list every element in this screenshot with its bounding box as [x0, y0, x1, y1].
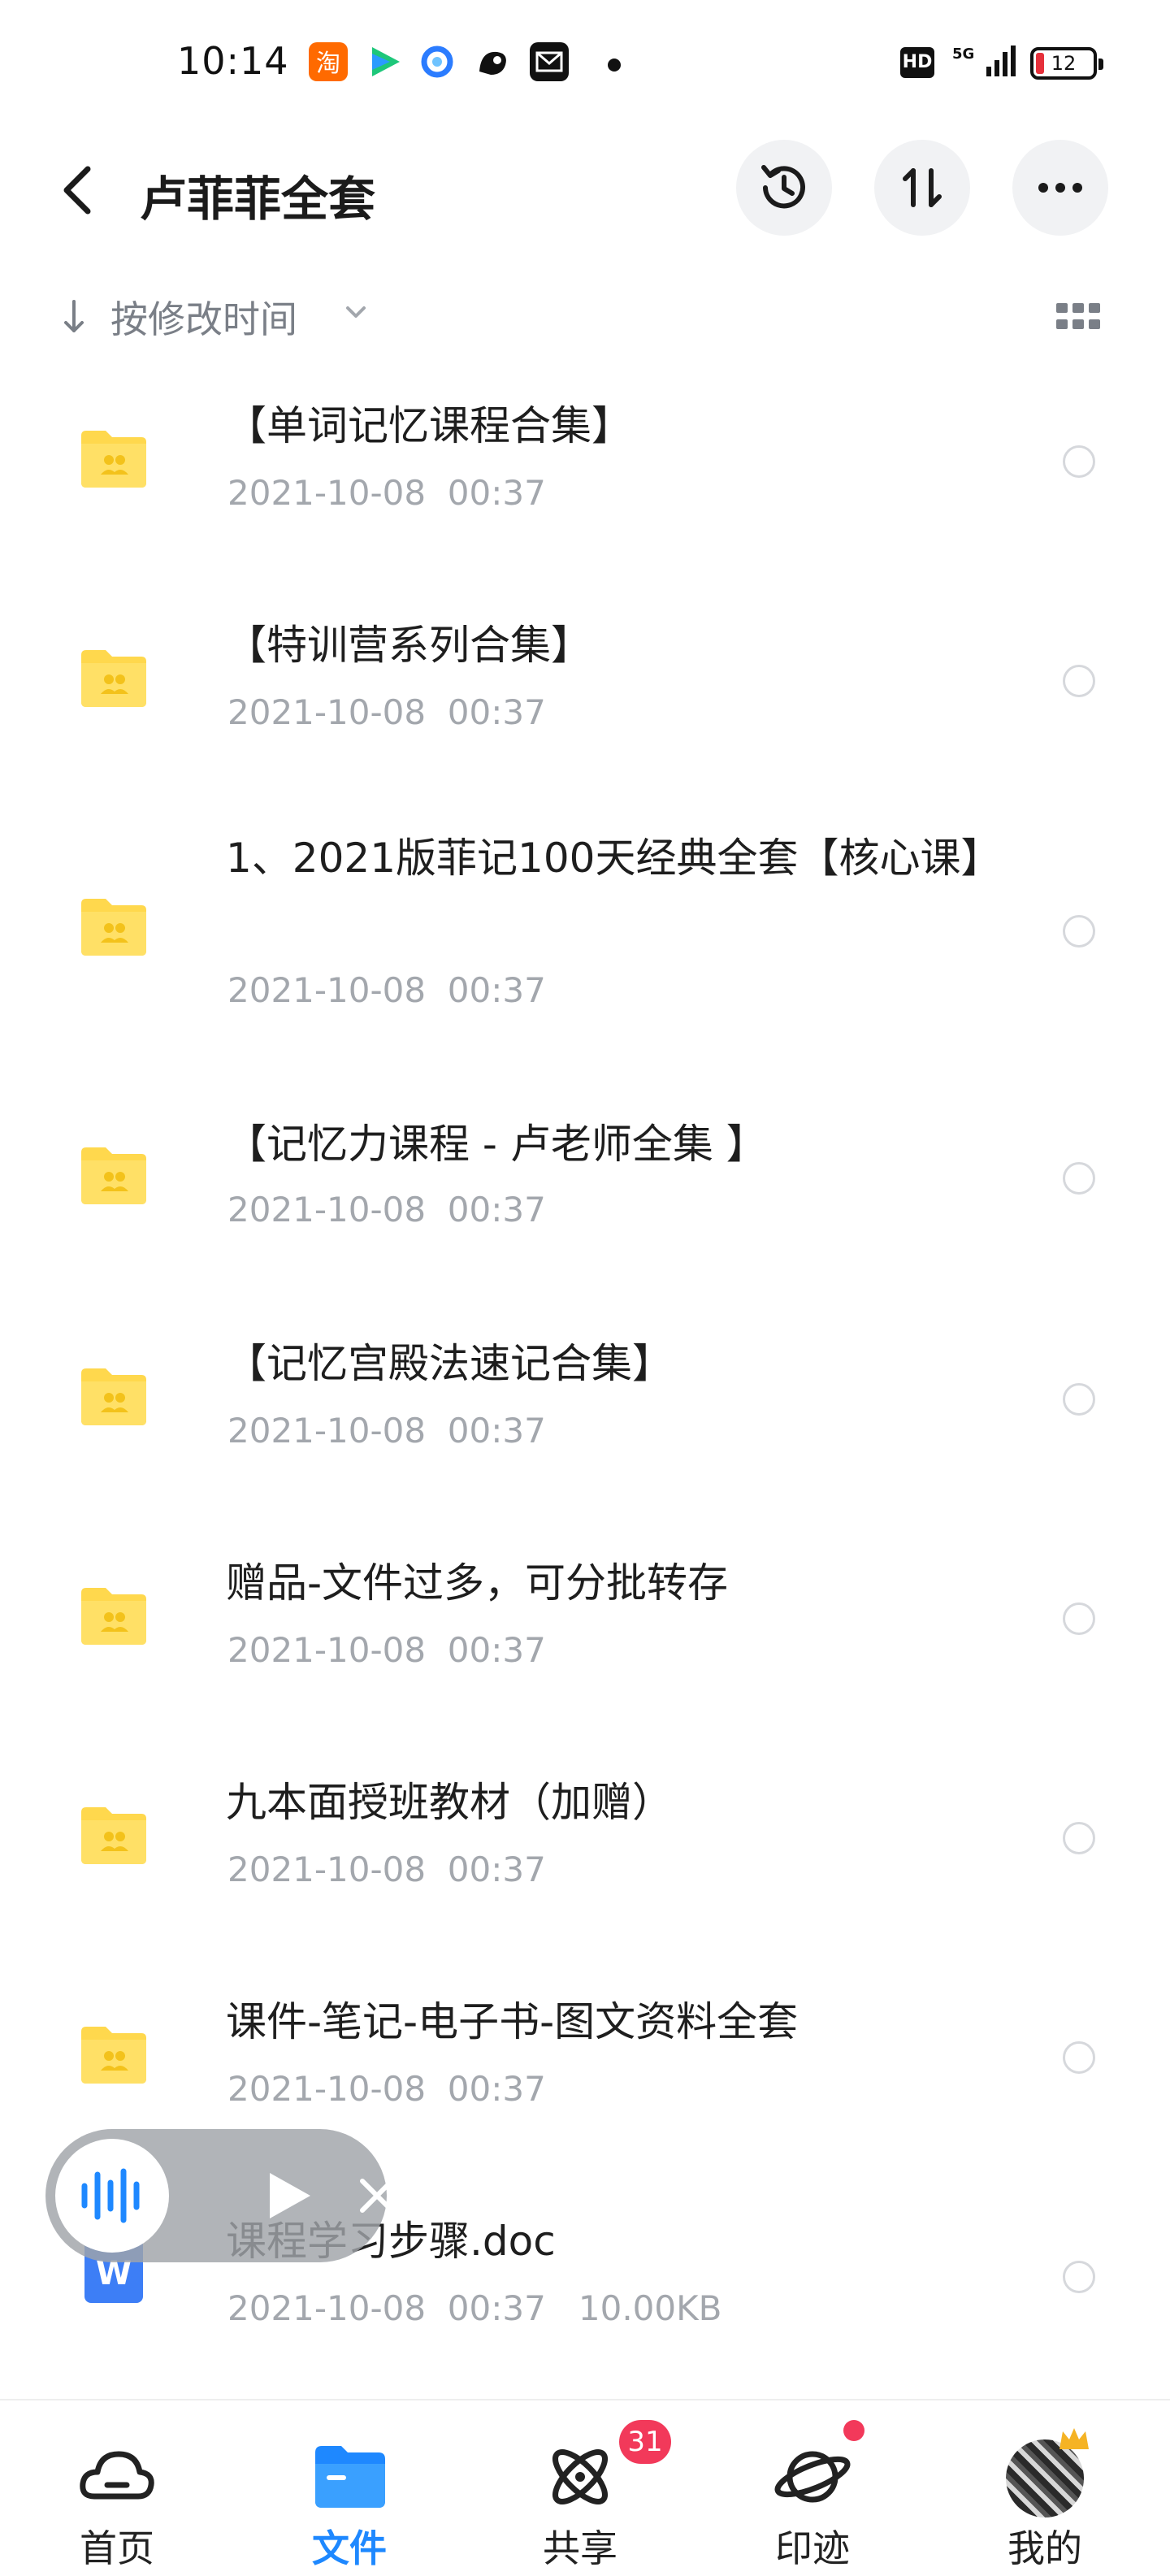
cloud-icon: [80, 2451, 154, 2500]
crown-icon: [1060, 2428, 1089, 2449]
page-title: 卢菲菲全套: [140, 171, 376, 227]
more-icon: [1038, 183, 1082, 193]
nav-item-files[interactable]: 文件: [268, 2400, 431, 2576]
file-date: 2021-10-08 00:37: [228, 2288, 546, 2328]
select-checkbox[interactable]: [1063, 2261, 1095, 2293]
file-name: 【记忆力课程 - 卢老师全集 】: [226, 1121, 767, 1168]
sound-wave-icon: [81, 2168, 140, 2223]
tencent-video-icon: [364, 42, 403, 81]
atom-icon: [552, 2449, 608, 2504]
battery-icon: 12: [1030, 47, 1103, 80]
sort-bar: 按修改时间: [0, 280, 1170, 353]
avatar: [1006, 2439, 1084, 2517]
file-name: 赠品-文件过多，可分批转存: [226, 1559, 729, 1607]
file-name: 1、2021版菲记100天经典全套【核心课】: [226, 835, 1002, 882]
shared-folder-icon: [81, 431, 146, 488]
header: 卢菲菲全套: [0, 130, 1170, 252]
close-icon[interactable]: [359, 2178, 395, 2214]
play-icon[interactable]: [265, 2170, 314, 2222]
chevron-down-icon[interactable]: [345, 305, 366, 321]
shared-folder-icon: [81, 2027, 146, 2084]
file-date: 2021-10-08 00:37: [228, 2069, 546, 2109]
select-checkbox[interactable]: [1063, 445, 1095, 478]
shared-folder-icon: [81, 650, 146, 707]
nav-item-me[interactable]: 我的: [964, 2400, 1126, 2576]
bottom-nav: 首页 文件 31 共享 印迹 我的: [0, 2399, 1170, 2576]
nav-label: 文件: [312, 2526, 387, 2570]
network-type-label: 5G: [952, 46, 974, 63]
transfer-button[interactable]: [874, 140, 970, 236]
file-name: 课件-笔记-电子书-图文资料全套: [226, 1998, 799, 2045]
file-date: 2021-10-08 00:37: [228, 1850, 546, 1889]
select-checkbox[interactable]: [1063, 1822, 1095, 1854]
notification-badge: 31: [619, 2420, 671, 2464]
list-item[interactable]: 【记忆宫殿法速记合集】 2021-10-08 00:37: [0, 1284, 1170, 1503]
audio-wave-button[interactable]: [55, 2139, 169, 2253]
battery-level: 12: [1051, 52, 1077, 75]
sort-dropdown[interactable]: 按修改时间: [110, 290, 297, 344]
file-name: 【单词记忆课程合集】: [226, 402, 632, 449]
nav-label: 我的: [1008, 2526, 1082, 2570]
select-checkbox[interactable]: [1063, 1383, 1095, 1416]
folder-icon: [315, 2446, 385, 2508]
shared-folder-icon: [81, 1807, 146, 1864]
nav-item-share[interactable]: 31 共享: [499, 2400, 671, 2576]
grid-view-icon[interactable]: [1056, 301, 1100, 331]
file-date: 2021-10-08 00:37: [228, 473, 546, 513]
list-item[interactable]: 赠品-文件过多，可分批转存 2021-10-08 00:37: [0, 1503, 1170, 1723]
back-button[interactable]: [49, 158, 106, 223]
signal-icon: 5G: [949, 42, 1017, 80]
hd-icon: HD: [900, 47, 934, 78]
list-item[interactable]: 【记忆力课程 - 卢老师全集 】 2021-10-08 00:37: [0, 1065, 1170, 1284]
history-icon: [761, 165, 805, 209]
file-meta: 2021-10-08 00:37 10.00KB: [228, 2288, 722, 2328]
select-checkbox[interactable]: [1063, 1602, 1095, 1635]
file-date: 2021-10-08 00:37: [228, 1630, 546, 1670]
list-item[interactable]: 1、2021版菲记100天经典全套【核心课】 2021-10-08 00:37: [0, 796, 1170, 1065]
taobao-icon: 淘: [309, 42, 348, 81]
file-date: 2021-10-08 00:37: [228, 692, 546, 732]
list-item[interactable]: 【特训营系列合集】 2021-10-08 00:37: [0, 577, 1170, 796]
select-checkbox[interactable]: [1063, 2041, 1095, 2074]
arrow-down-icon[interactable]: [62, 297, 86, 337]
select-checkbox[interactable]: [1063, 665, 1095, 697]
planet-icon: [774, 2451, 851, 2503]
file-name: 九本面授班教材（加赠）: [226, 1779, 673, 1826]
uc-browser-icon: [473, 42, 512, 81]
floating-audio-player[interactable]: [46, 2129, 394, 2262]
file-size: 10.00KB: [578, 2288, 722, 2328]
notification-dot: [608, 59, 621, 72]
sort-transfer-icon: [903, 168, 942, 207]
file-name: 【记忆宫殿法速记合集】: [226, 1340, 673, 1387]
nav-label: 首页: [80, 2526, 154, 2570]
nav-item-home[interactable]: 首页: [36, 2400, 198, 2576]
list-item[interactable]: 【单词记忆课程合集】 2021-10-08 00:37: [0, 358, 1170, 577]
file-date: 2021-10-08 00:37: [228, 1411, 546, 1451]
nav-label: 印迹: [775, 2526, 850, 2570]
nav-item-traces[interactable]: 印迹: [731, 2400, 894, 2576]
svg-text:淘: 淘: [316, 50, 340, 78]
shared-folder-icon: [81, 1588, 146, 1645]
file-date: 2021-10-08 00:37: [228, 970, 546, 1010]
shared-folder-icon: [81, 899, 146, 956]
history-button[interactable]: [736, 140, 832, 236]
select-checkbox[interactable]: [1063, 915, 1095, 948]
shared-folder-icon: [81, 1147, 146, 1204]
mail-icon: [530, 42, 569, 81]
file-name: 【特训营系列合集】: [226, 622, 592, 669]
list-item[interactable]: 九本面授班教材（加赠） 2021-10-08 00:37: [0, 1723, 1170, 1942]
file-date: 2021-10-08 00:37: [228, 1190, 546, 1229]
status-time: 10:14: [177, 39, 289, 83]
notification-dot: [843, 2420, 864, 2441]
nav-label: 共享: [543, 2526, 618, 2570]
chevron-left-icon: [63, 166, 91, 215]
shared-folder-icon: [81, 1368, 146, 1425]
status-bar: 10:14 淘 HD 5G 12: [0, 0, 1170, 122]
select-checkbox[interactable]: [1063, 1162, 1095, 1195]
browser-icon: [418, 42, 457, 81]
more-button[interactable]: [1012, 140, 1108, 236]
